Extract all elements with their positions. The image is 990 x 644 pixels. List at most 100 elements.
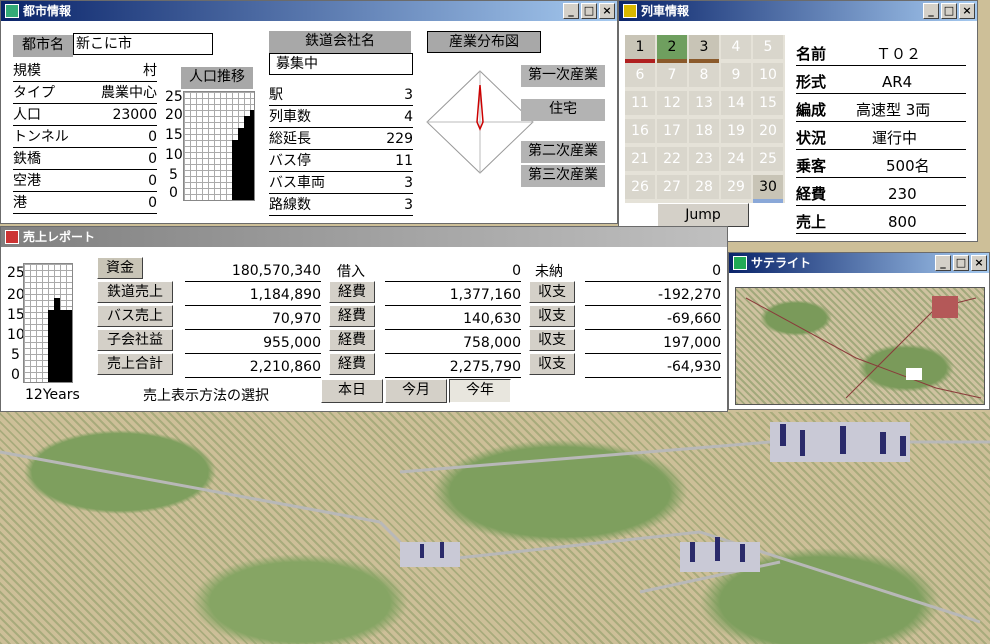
train-4-button[interactable]: 4 (721, 35, 751, 59)
train-12-button[interactable]: 12 (657, 91, 687, 115)
unpaid-value: 0 (585, 261, 721, 282)
sales-report-window: 売上レポート 25 20 15 10 5 0 12Years 資金 鉄道売上 バ… (0, 226, 728, 412)
rail-sales-label[interactable]: 鉄道売上 (97, 281, 173, 303)
balance-label-bus[interactable]: 収支 (529, 305, 575, 327)
train-1-button[interactable]: 1 (625, 35, 655, 59)
unpaid-label: 未納 (535, 264, 563, 280)
population-bars (232, 110, 254, 200)
satellite-window-title: サテライト (751, 256, 812, 270)
bus-expense-value: 140,630 (385, 309, 521, 330)
train-detail-row: 経費 230 (796, 183, 966, 206)
train-18-button[interactable]: 18 (689, 119, 719, 143)
train-9-button[interactable]: 9 (721, 63, 751, 87)
satellite-map[interactable] (735, 287, 985, 405)
train-3-button[interactable]: 3 (689, 35, 719, 59)
sales-total-label[interactable]: 売上合計 (97, 353, 173, 375)
train-info-titlebar[interactable]: 列車情報 _ □ × (619, 1, 977, 21)
train-10-button[interactable]: 10 (753, 63, 783, 87)
train-16-button[interactable]: 16 (625, 119, 655, 143)
city-stat-row: 規模村 (13, 61, 157, 82)
pop-axis-15: 15 (165, 127, 183, 143)
industry-diagram (426, 70, 534, 174)
train-detail-row: 編成 高速型 3両 (796, 99, 966, 122)
train-26-button[interactable]: 26 (625, 175, 655, 199)
train-8-button[interactable]: 8 (689, 63, 719, 87)
train-14-button[interactable]: 14 (721, 91, 751, 115)
bus-sales-label[interactable]: バス売上 (97, 305, 173, 327)
railway-company-field[interactable]: 募集中 (269, 53, 413, 75)
city-window-title: 都市情報 (23, 4, 72, 18)
train-19-button[interactable]: 19 (721, 119, 751, 143)
pop-axis-10: 10 (165, 147, 183, 163)
subsidiary-profit-value: 955,000 (185, 333, 321, 354)
train-25-button[interactable]: 25 (753, 147, 783, 171)
rail-stat-row: 路線数 3 (269, 195, 413, 216)
mode-month-button[interactable]: 今月 (385, 379, 447, 403)
train-22-button[interactable]: 22 (657, 147, 687, 171)
city-stat-row: タイプ 農業中心 (13, 83, 157, 104)
train-27-button[interactable]: 27 (657, 175, 687, 199)
train-30-color-bar (753, 199, 783, 203)
minimize-button[interactable]: _ (563, 3, 579, 19)
minimize-button[interactable]: _ (923, 3, 939, 19)
maximize-button[interactable]: □ (953, 255, 969, 271)
maximize-button[interactable]: □ (941, 3, 957, 19)
train-2-button[interactable]: 2 (657, 35, 687, 59)
expense-label-bus[interactable]: 経費 (329, 305, 375, 327)
pop-axis-0: 0 (169, 185, 178, 201)
train-28-button[interactable]: 28 (689, 175, 719, 199)
train-11-button[interactable]: 11 (625, 91, 655, 115)
loan-value: 0 (385, 261, 521, 282)
train-7-button[interactable]: 7 (657, 63, 687, 87)
population-trend-label: 人口推移 (181, 67, 253, 89)
rail-expense-value: 1,377,160 (385, 285, 521, 306)
satellite-window: サテライト _ □ × (728, 252, 990, 410)
train-6-button[interactable]: 6 (625, 63, 655, 87)
train-detail-row: 形式 AR4 (796, 71, 966, 94)
train-15-button[interactable]: 15 (753, 91, 783, 115)
satellite-window-icon (733, 256, 747, 270)
mode-today-button[interactable]: 本日 (321, 379, 383, 403)
balance-label-subsidiary[interactable]: 収支 (529, 329, 575, 351)
train-5-button[interactable]: 5 (753, 35, 783, 59)
city-window-icon (5, 4, 19, 18)
mode-year-button[interactable]: 今年 (449, 379, 511, 403)
maximize-button[interactable]: □ (581, 3, 597, 19)
sales-axis-0: 0 (11, 367, 20, 383)
rail-sales-value: 1,184,890 (185, 285, 321, 306)
bus-sales-value: 70,970 (185, 309, 321, 330)
balance-label-total[interactable]: 収支 (529, 353, 575, 375)
minimize-button[interactable]: _ (935, 255, 951, 271)
train-30-button[interactable]: 30 (753, 175, 783, 199)
expense-label-total[interactable]: 経費 (329, 353, 375, 375)
city-stat-row: 港0 (13, 193, 157, 214)
satellite-titlebar[interactable]: サテライト _ □ × (729, 253, 989, 273)
balance-label-rail[interactable]: 収支 (529, 281, 575, 303)
close-button[interactable]: × (971, 255, 987, 271)
expense-label-subsidiary[interactable]: 経費 (329, 329, 375, 351)
train-29-button[interactable]: 29 (721, 175, 751, 199)
city-name-label: 都市名 (13, 35, 73, 57)
jump-button[interactable]: Jump (657, 203, 749, 227)
expense-label-rail[interactable]: 経費 (329, 281, 375, 303)
rail-balance-value: -192,270 (585, 285, 721, 306)
city-info-titlebar[interactable]: 都市情報 _ □ × (1, 1, 617, 21)
city-info-window: 都市情報 _ □ × 都市名 新こに市 規模村 タイプ 農業中心 人口 23000 … (0, 0, 618, 224)
train-23-button[interactable]: 23 (689, 147, 719, 171)
rail-stat-row: 駅3 (269, 85, 413, 106)
close-button[interactable]: × (599, 3, 615, 19)
industry-tag-tertiary: 第三次産業 (521, 165, 605, 187)
game-map[interactable] (0, 412, 990, 644)
train-13-button[interactable]: 13 (689, 91, 719, 115)
sales-report-titlebar[interactable]: 売上レポート (1, 227, 727, 247)
train-24-button[interactable]: 24 (721, 147, 751, 171)
train-number-grid: 1 2 3 4 5 6 7 8 9 10 11 12 13 14 15 16 1… (625, 35, 785, 203)
subsidiary-profit-label[interactable]: 子会社益 (97, 329, 173, 351)
city-name-field[interactable]: 新こに市 (73, 33, 213, 55)
city-stat-row: 鉄橋 0 (13, 149, 157, 170)
train-21-button[interactable]: 21 (625, 147, 655, 171)
train-20-button[interactable]: 20 (753, 119, 783, 143)
close-button[interactable]: × (959, 3, 975, 19)
train-17-button[interactable]: 17 (657, 119, 687, 143)
loan-label: 借入 (337, 264, 365, 280)
